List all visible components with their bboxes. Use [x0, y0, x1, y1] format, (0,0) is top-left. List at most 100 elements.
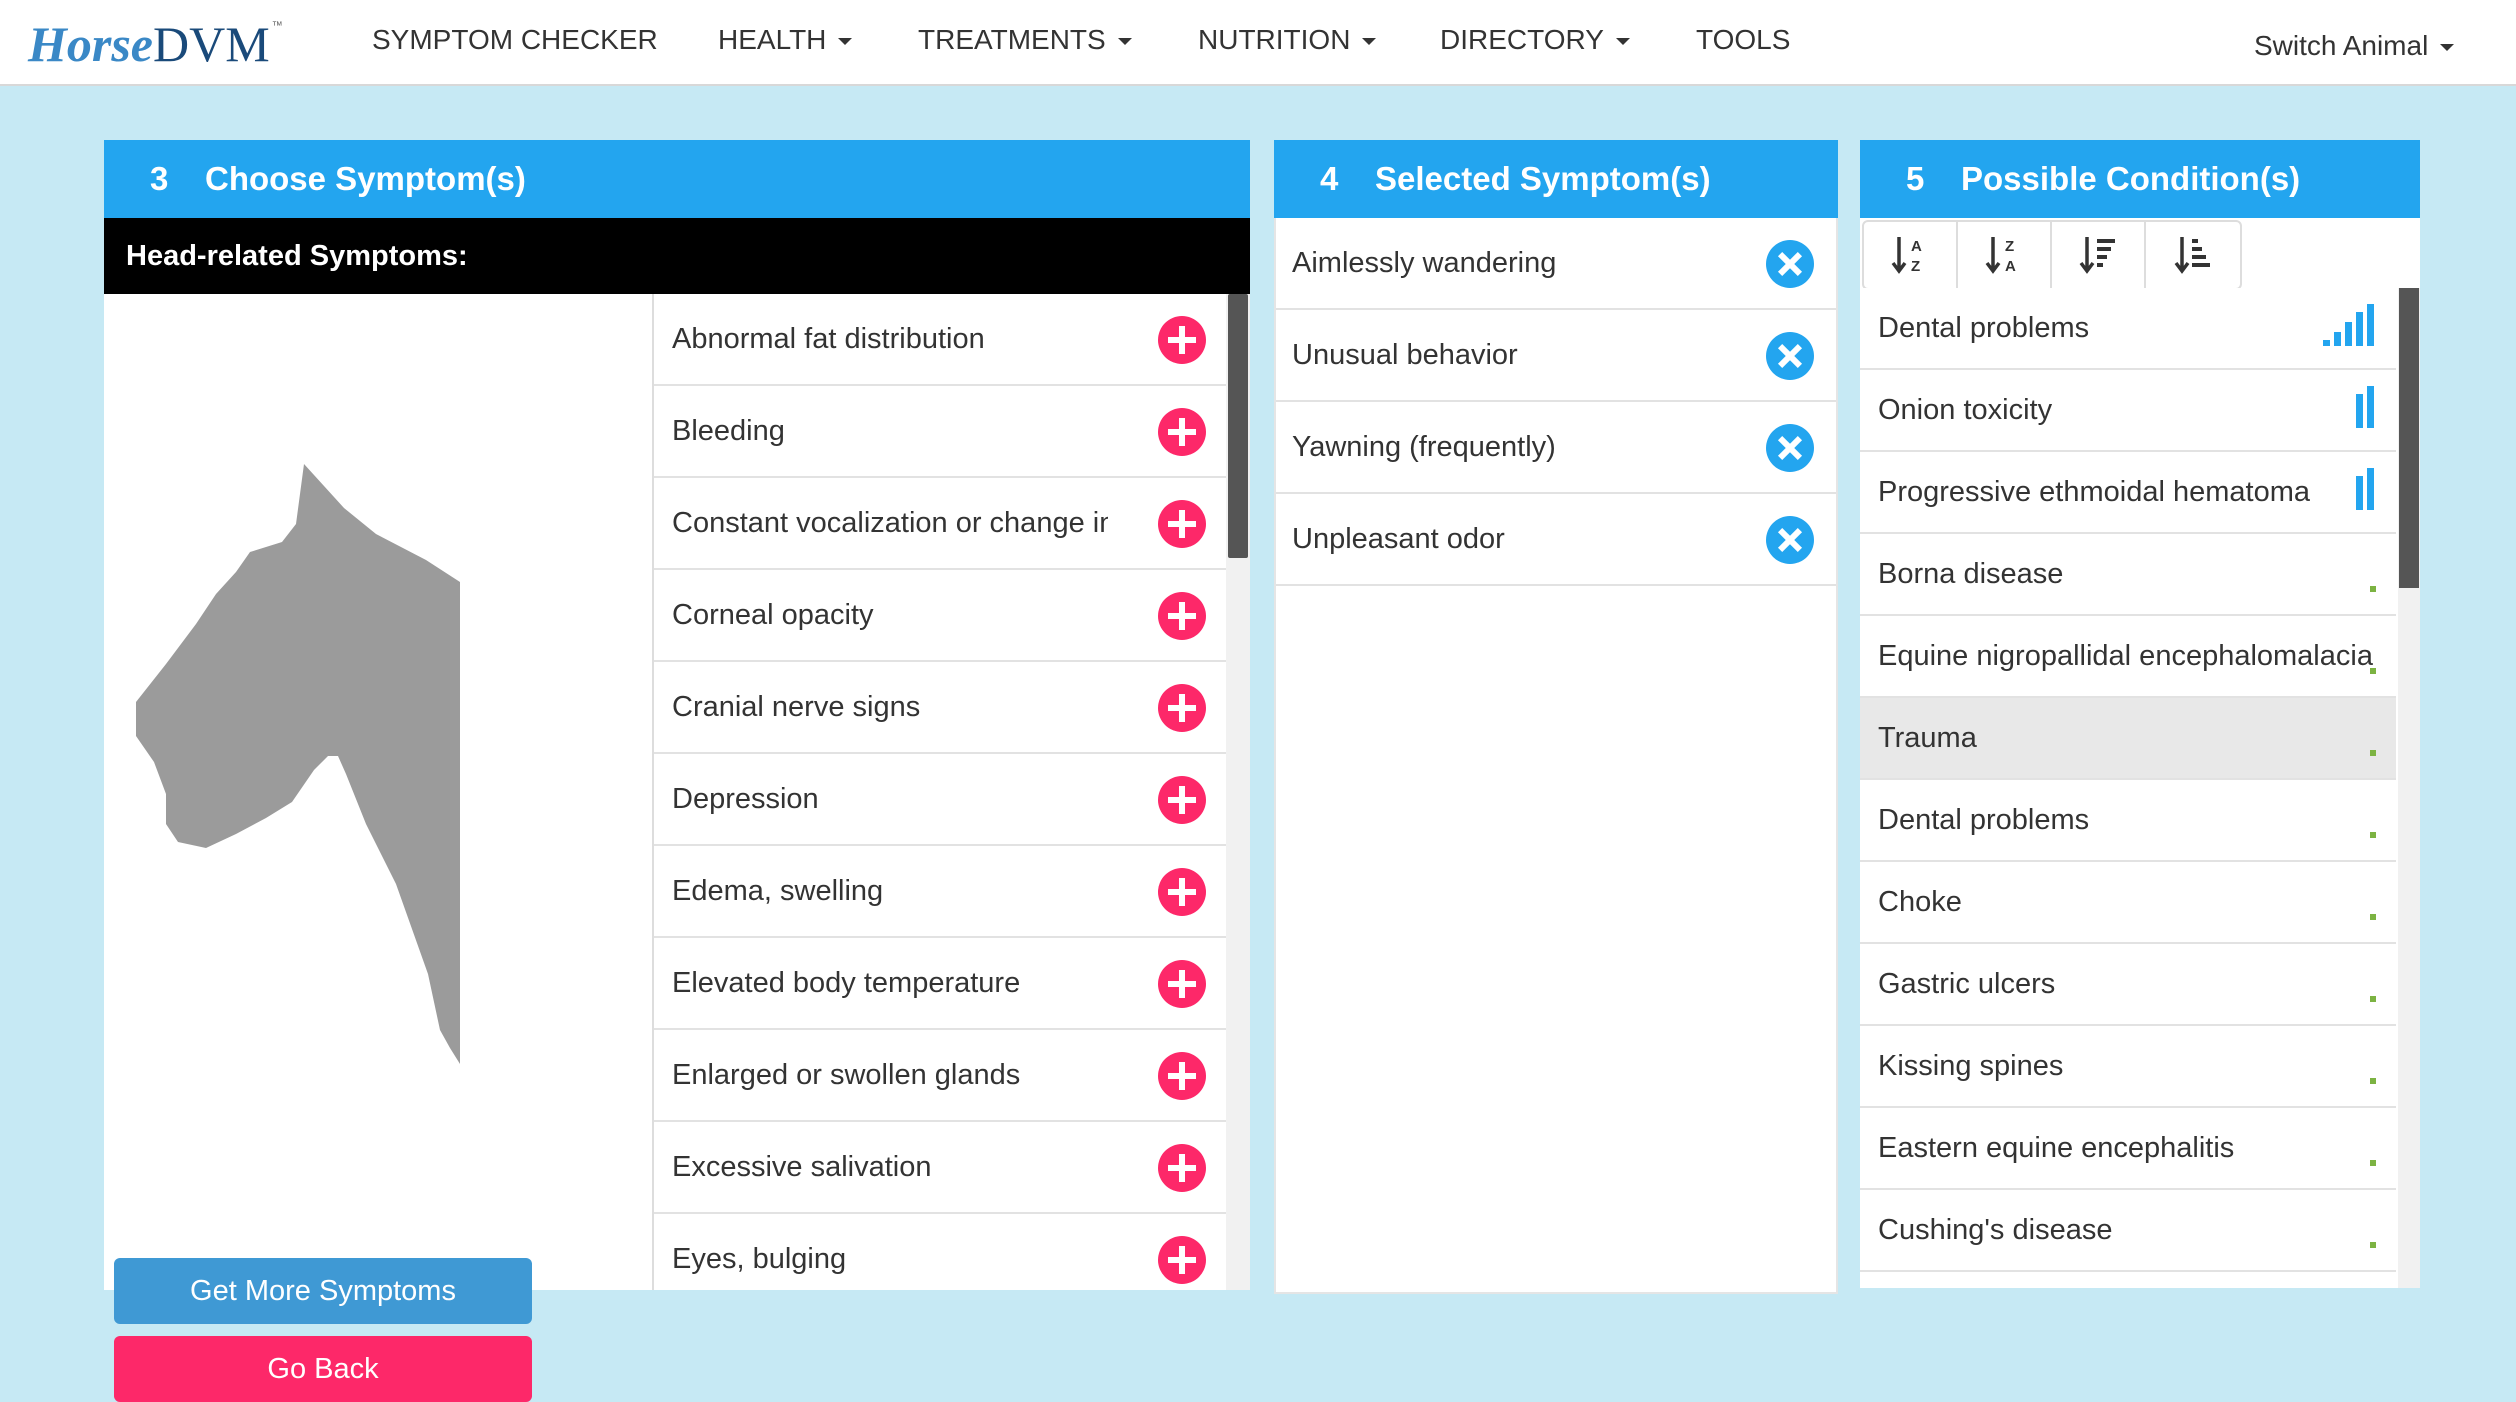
sort-amount-desc-icon[interactable]: [2052, 222, 2146, 288]
symptom-item[interactable]: Constant vocalization or change in: [654, 478, 1226, 570]
symptom-label: Eyes, bulging: [672, 1243, 847, 1275]
condition-item[interactable]: Cushing's disease: [1860, 1190, 2396, 1272]
condition-label: Dental problems: [1878, 804, 2090, 836]
panel-title: Selected Symptom(s): [1375, 160, 1711, 197]
remove-symptom-icon[interactable]: [1766, 424, 1814, 472]
symptom-list-scrollbar[interactable]: [1226, 294, 1250, 1290]
add-symptom-icon[interactable]: [1158, 1144, 1206, 1192]
selected-symptom-label: Aimlessly wandering: [1292, 247, 1557, 279]
nav-health[interactable]: HEALTH: [718, 0, 853, 80]
symptom-label: Corneal opacity: [672, 599, 874, 631]
add-symptom-icon[interactable]: [1158, 592, 1206, 640]
nav-label: HEALTH: [718, 24, 827, 55]
brand-name-part2: DVM: [153, 16, 270, 72]
remove-symptom-icon[interactable]: [1766, 240, 1814, 288]
sort-amount-asc-icon[interactable]: [2146, 222, 2240, 288]
svg-text:A: A: [1911, 238, 1922, 255]
symptom-label: Constant vocalization or change in: [672, 507, 1108, 539]
condition-item[interactable]: Progressive ethmoidal hematoma: [1860, 452, 2396, 534]
brand-name-part1: Horse: [28, 16, 153, 72]
conditions-list: Dental problems Onion toxicity Progressive…: [1860, 288, 2396, 1288]
switch-animal-dropdown[interactable]: Switch Animal: [2254, 6, 2455, 86]
scrollbar-thumb[interactable]: [2399, 288, 2419, 588]
condition-item[interactable]: Equine nigropallidal encephalomalacia: [1860, 616, 2396, 698]
symptom-item[interactable]: Enlarged or swollen glands: [654, 1030, 1226, 1122]
condition-item[interactable]: Borna disease: [1860, 534, 2396, 616]
nav-label: DIRECTORY: [1440, 24, 1604, 55]
likelihood-meter-icon: [2370, 586, 2376, 592]
condition-label: Dental problems: [1878, 312, 2090, 344]
symptom-item[interactable]: Bleeding: [654, 386, 1226, 478]
horse-head-silhouette-icon[interactable]: [126, 464, 562, 1064]
add-symptom-icon[interactable]: [1158, 1236, 1206, 1284]
sort-alpha-desc-icon[interactable]: ZA: [1958, 222, 2052, 288]
add-symptom-icon[interactable]: [1158, 1052, 1206, 1100]
symptom-label: Excessive salivation: [672, 1151, 932, 1183]
likelihood-bar: [2356, 394, 2363, 428]
add-symptom-icon[interactable]: [1158, 316, 1206, 364]
add-symptom-icon[interactable]: [1158, 960, 1206, 1008]
symptom-item[interactable]: Cranial nerve signs: [654, 662, 1226, 754]
symptom-item[interactable]: Abnormal fat distribution: [654, 294, 1226, 386]
remove-symptom-icon[interactable]: [1766, 332, 1814, 380]
sort-toolbar: AZ ZA: [1860, 220, 2420, 290]
caret-down-icon: [1362, 38, 1377, 46]
scrollbar-thumb[interactable]: [1228, 294, 1248, 558]
get-more-symptoms-button[interactable]: Get More Symptoms: [114, 1258, 532, 1324]
add-symptom-icon[interactable]: [1158, 500, 1206, 548]
selected-symptom-label: Unpleasant odor: [1292, 523, 1505, 555]
step-number: 3: [150, 160, 169, 197]
likelihood-bar: [2370, 996, 2376, 1002]
add-symptom-icon[interactable]: [1158, 408, 1206, 456]
symptom-label: Edema, swelling: [672, 875, 884, 907]
symptom-item[interactable]: Depression: [654, 754, 1226, 846]
condition-item[interactable]: Dental problems: [1860, 288, 2396, 370]
condition-item[interactable]: Trauma: [1860, 698, 2396, 780]
likelihood-meter-icon: [2370, 996, 2376, 1002]
sort-alpha-asc-icon[interactable]: AZ: [1864, 222, 1958, 288]
nav-directory[interactable]: DIRECTORY: [1440, 0, 1630, 80]
symptom-item[interactable]: Edema, swelling: [654, 846, 1226, 938]
panel-title: Possible Condition(s): [1961, 160, 2301, 197]
condition-label: Gastric ulcers: [1878, 968, 2056, 1000]
likelihood-meter-icon: [2356, 386, 2374, 428]
likelihood-bar: [2370, 832, 2376, 838]
conditions-list-scrollbar[interactable]: [2398, 288, 2420, 1288]
add-symptom-icon[interactable]: [1158, 776, 1206, 824]
nav-symptom-checker[interactable]: SYMPTOM CHECKER: [372, 0, 658, 80]
panel-title: Choose Symptom(s): [205, 160, 526, 197]
symptom-item[interactable]: Eyes, bulging: [654, 1214, 1226, 1290]
remove-symptom-icon[interactable]: [1766, 516, 1814, 564]
symptom-item[interactable]: Corneal opacity: [654, 570, 1226, 662]
likelihood-bar: [2345, 322, 2352, 346]
nav-treatments[interactable]: TREATMENTS: [918, 0, 1132, 80]
nav-label: NUTRITION: [1198, 24, 1351, 55]
selected-symptom-label: Unusual behavior: [1292, 339, 1518, 371]
condition-item[interactable]: Kissing spines: [1860, 1026, 2396, 1108]
possible-conditions-header: 5 Possible Condition(s): [1860, 140, 2420, 218]
add-symptom-icon[interactable]: [1158, 868, 1206, 916]
brand-logo[interactable]: Horse DVM ™: [28, 14, 283, 74]
condition-item[interactable]: Onion toxicity: [1860, 370, 2396, 452]
add-symptom-icon[interactable]: [1158, 684, 1206, 732]
symptom-list: Abnormal fat distribution Bleeding Const…: [652, 294, 1226, 1290]
brand-trademark: ™: [271, 20, 283, 32]
condition-item[interactable]: Dental problems: [1860, 780, 2396, 862]
selected-symptom-label: Yawning (frequently): [1292, 431, 1556, 463]
selected-symptom-item: Aimlessly wandering: [1276, 218, 1836, 310]
body-region-selector: Get More Symptoms Go Back: [104, 294, 651, 1402]
condition-item[interactable]: Gastric ulcers: [1860, 944, 2396, 1026]
likelihood-meter-icon: [2370, 750, 2376, 756]
nav-label: TREATMENTS: [918, 24, 1106, 55]
nav-tools[interactable]: TOOLS: [1696, 0, 1790, 80]
condition-label: Progressive ethmoidal hematoma: [1878, 476, 2310, 508]
go-back-button[interactable]: Go Back: [114, 1336, 532, 1402]
symptom-item[interactable]: Elevated body temperature: [654, 938, 1226, 1030]
symptom-item[interactable]: Excessive salivation: [654, 1122, 1226, 1214]
selected-symptom-item: Unpleasant odor: [1276, 494, 1836, 586]
step-number: 4: [1320, 160, 1339, 197]
nav-nutrition[interactable]: NUTRITION: [1198, 0, 1377, 80]
symptom-category-heading: Head-related Symptoms:: [104, 218, 1250, 294]
condition-item[interactable]: Eastern equine encephalitis: [1860, 1108, 2396, 1190]
condition-item[interactable]: Choke: [1860, 862, 2396, 944]
